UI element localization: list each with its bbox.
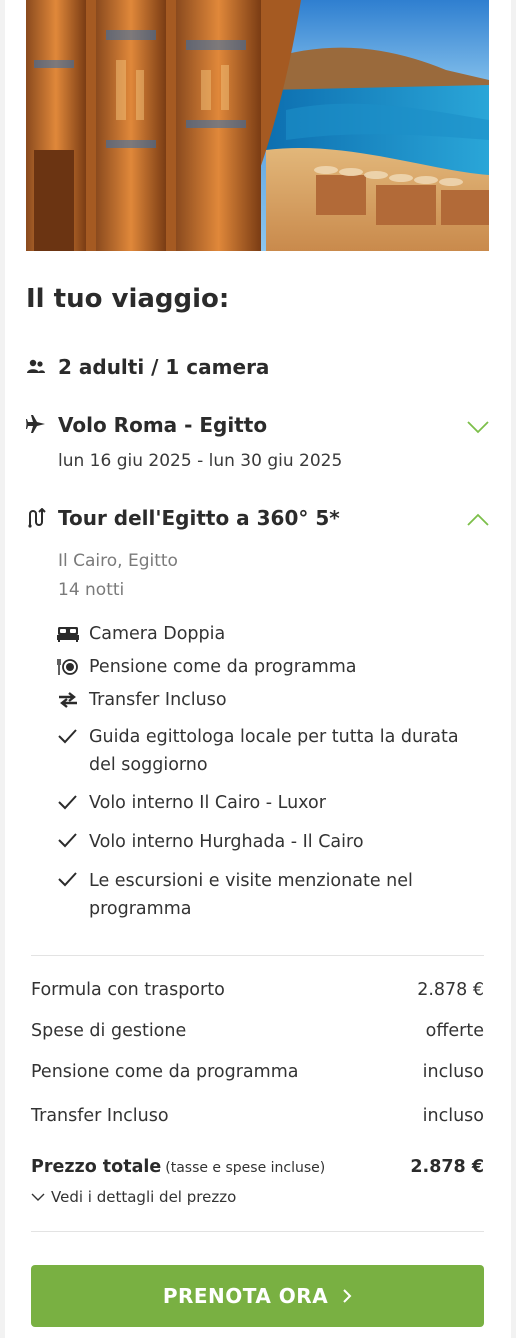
total-note: (tasse e spese incluse) [165,1160,326,1176]
tour-title: Tour dell'Egitto a 360° 5* [58,506,340,530]
airplane-icon [26,414,46,434]
price-row-label: Transfer Incluso [31,1106,169,1126]
meal-icon [57,657,79,677]
chevron-down-icon[interactable] [466,419,490,435]
check-icon [57,869,79,889]
price-row-value: incluso [422,1106,484,1126]
price-details-link[interactable]: Vedi i dettagli del prezzo [31,1188,236,1206]
total-label-text: Prezzo totale [31,1157,162,1177]
divider [31,1231,484,1232]
check-icon [57,830,79,850]
feature-guide: Guida egittologa locale per tutta la dur… [89,727,459,775]
people-icon [26,357,46,377]
tour-route-icon [26,507,46,528]
total-price-value: 2.878 € [410,1157,484,1177]
price-row-label: Formula con trasporto [31,980,225,1000]
divider [31,955,484,956]
feature-flight-cairo-luxor: Volo interno Il Cairo - Luxor [89,793,326,813]
flight-dates: lun 16 giu 2025 - lun 30 giu 2025 [58,451,343,471]
bed-icon [57,624,79,644]
feature-room: Camera Doppia [89,624,226,644]
price-row-value: incluso [422,1062,484,1082]
price-details-label: Vedi i dettagli del prezzo [51,1188,237,1206]
guests-label: 2 adulti / 1 camera [58,355,270,379]
check-icon [57,792,79,812]
chevron-up-icon[interactable] [466,512,490,528]
feature-transfer: Transfer Incluso [89,690,227,710]
transfer-icon [57,690,79,710]
price-row-label: Pensione come da programma [31,1062,299,1082]
chevron-right-icon [342,1284,352,1308]
feature-meals: Pensione come da programma [89,657,357,677]
tour-location: Il Cairo, Egitto [58,551,178,571]
book-now-button[interactable]: PRENOTA ORA [31,1265,484,1327]
flight-title: Volo Roma - Egitto [58,413,268,437]
book-now-label: PRENOTA ORA [162,1284,329,1308]
price-row-value: offerte [425,1021,484,1041]
price-row-label: Spese di gestione [31,1021,187,1041]
total-price-label: Prezzo totale (tasse e spese incluse) [31,1157,325,1177]
chevron-down-icon [31,1188,45,1206]
feature-excursions: Le escursioni e visite menzionate nel pr… [89,871,413,919]
price-row-value: 2.878 € [417,980,484,1000]
tour-nights: 14 notti [58,580,125,600]
check-icon [57,726,79,746]
trip-title: Il tuo viaggio: [26,284,230,314]
hero-image [26,0,489,251]
feature-flight-hurghada-cairo: Volo interno Hurghada - Il Cairo [89,832,364,852]
